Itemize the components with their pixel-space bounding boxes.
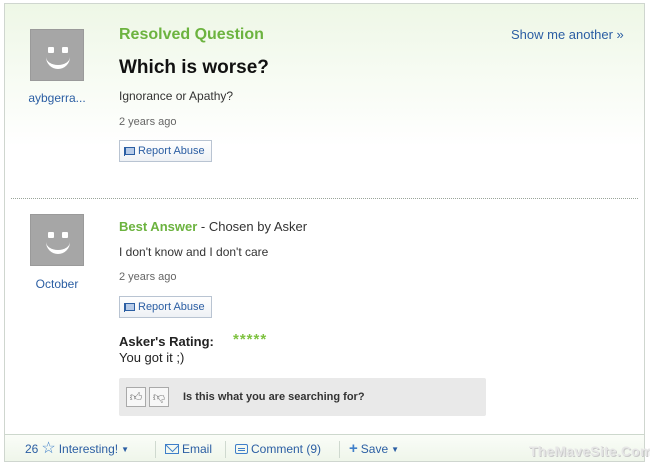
answer-report-abuse-button[interactable]: Report Abuse: [119, 296, 212, 318]
flag-icon: [124, 302, 135, 312]
answerer-username[interactable]: October: [17, 277, 97, 291]
question-title: Which is worse?: [119, 57, 269, 78]
thumb-down-icon[interactable]: 👎︎: [149, 387, 169, 407]
interesting-button[interactable]: 26 ☆ Interesting! ▼: [25, 440, 129, 457]
save-label: Save: [360, 442, 389, 456]
star-icon: ☆: [41, 440, 56, 457]
email-label: Email: [182, 442, 213, 456]
report-abuse-label: Report Abuse: [138, 145, 205, 157]
asker-avatar[interactable]: [30, 29, 84, 81]
answer-page-frame: aybgerra... Resolved Question Show me an…: [4, 3, 645, 462]
report-abuse-button[interactable]: Report Abuse: [119, 140, 212, 162]
chevron-down-icon: ▼: [391, 444, 400, 454]
search-feedback-box: 👍︎ 👎︎ Is this what you are searching for…: [119, 378, 486, 416]
answer-time: 2 years ago: [119, 271, 177, 283]
report-abuse-label: Report Abuse: [138, 301, 205, 313]
toolbar-divider: [225, 441, 226, 458]
thumb-up-icon[interactable]: 👍︎: [126, 387, 146, 407]
comment-button[interactable]: Comment (9): [235, 442, 321, 456]
question-body: Ignorance or Apathy?: [119, 89, 234, 103]
resolved-status: Resolved Question: [119, 26, 264, 43]
rating-comment: You got it ;): [119, 350, 185, 365]
plus-icon: +: [349, 440, 358, 457]
envelope-icon: [165, 444, 179, 454]
question-time: 2 years ago: [119, 116, 177, 128]
rating-label: Asker's Rating:: [119, 334, 214, 349]
show-another-link[interactable]: Show me another »: [511, 27, 624, 42]
interesting-count: 26: [25, 442, 39, 456]
best-answer-label: Best Answer: [119, 219, 198, 234]
site-watermark: TheMaveSite.Com: [529, 443, 650, 459]
asker-username[interactable]: aybgerra...: [17, 91, 97, 105]
interesting-label: Interesting!: [58, 442, 119, 456]
rating-stars: *****: [233, 331, 268, 348]
section-divider: [11, 198, 638, 199]
best-answer-heading: Best Answer - Chosen by Asker: [119, 219, 307, 234]
answer-body: I don't know and I don't care: [119, 245, 269, 259]
answerer-avatar[interactable]: [30, 214, 84, 266]
flag-icon: [124, 146, 135, 156]
toolbar-divider: [339, 441, 340, 458]
comment-icon: [235, 444, 248, 454]
chevron-down-icon: ▼: [121, 444, 129, 454]
save-button[interactable]: + Save ▼: [349, 440, 400, 457]
comment-label: Comment (9): [251, 442, 322, 456]
chosen-by-text: - Chosen by Asker: [197, 219, 308, 234]
email-button[interactable]: Email: [165, 442, 212, 456]
toolbar-divider: [155, 441, 156, 458]
search-feedback-question: Is this what you are searching for?: [183, 391, 365, 403]
